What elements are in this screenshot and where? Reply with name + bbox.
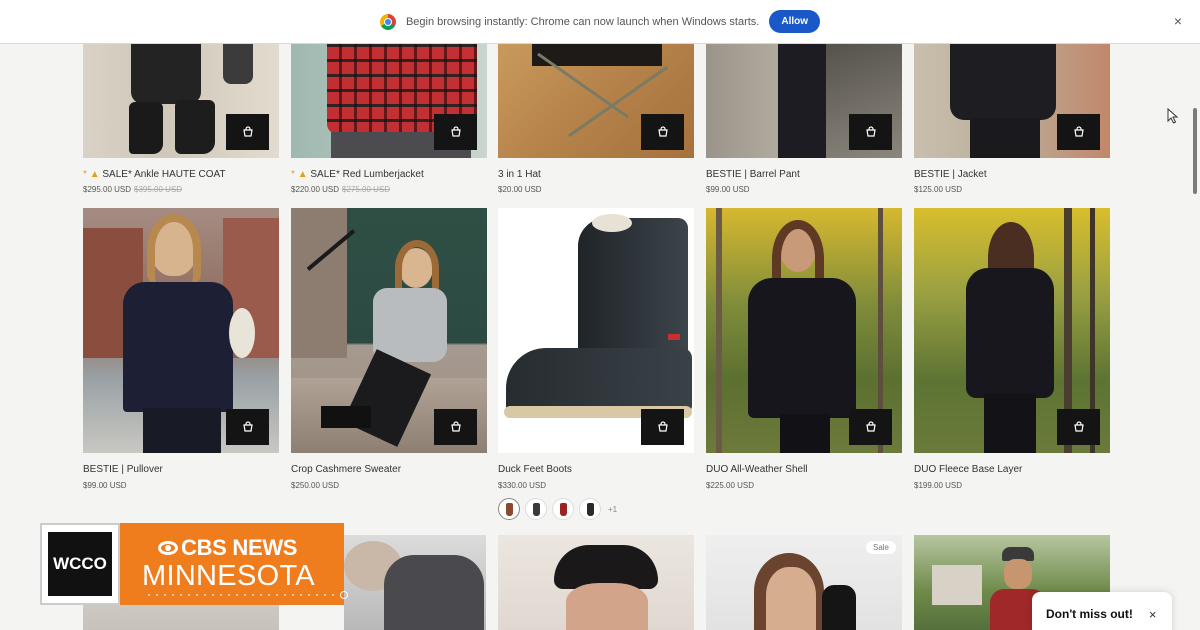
product-photo[interactable] [83,44,279,158]
product-card[interactable] [344,535,486,630]
product-title[interactable]: * ▲ SALE* Ankle HAUTE COAT [83,169,226,180]
product-title[interactable]: Duck Feet Boots [498,464,572,475]
product-photo[interactable] [914,208,1110,453]
product-title[interactable]: BESTIE | Pullover [83,464,163,475]
add-to-cart-button[interactable] [641,409,684,445]
popup-text[interactable]: Don't miss out! [1046,607,1133,621]
product-card[interactable]: Sale [706,535,902,630]
product-price: $225.00 USD [706,481,755,490]
product-card[interactable]: 3 in 1 Hat $20.00 USD [498,44,694,194]
color-swatch[interactable] [579,498,601,520]
product-photo[interactable] [498,44,694,158]
close-icon[interactable]: × [1149,607,1157,622]
notification-message: Begin browsing instantly: Chrome can now… [405,15,760,28]
color-swatches: +1 [498,498,617,520]
chrome-logo-icon [379,13,396,30]
product-price: $125.00 USD [914,185,963,194]
cart-icon [1073,126,1084,137]
product-price: $20.00 USD [498,185,542,194]
cart-icon [865,421,876,432]
product-card[interactable]: Crop Cashmere Sweater $250.00 USD [291,208,487,490]
product-card[interactable]: Duck Feet Boots $330.00 USD [498,208,694,490]
cbs-eye-icon [158,541,178,555]
color-swatch[interactable] [525,498,547,520]
add-to-cart-button[interactable] [434,114,477,150]
cart-icon [1073,421,1084,432]
wcco-logo: WCCO [40,523,120,605]
swatch-color [586,502,594,516]
product-price: $295.00 USD $395.00 USD [83,185,183,194]
product-photo[interactable] [706,208,902,453]
product-price: $99.00 USD [706,185,750,194]
cart-icon [450,421,461,432]
product-price: $199.00 USD [914,481,963,490]
add-to-cart-button[interactable] [1057,114,1100,150]
add-to-cart-button[interactable] [226,114,269,150]
product-title[interactable]: DUO All-Weather Shell [706,464,808,475]
product-photo[interactable] [706,44,902,158]
product-card[interactable]: DUO Fleece Base Layer $199.00 USD [914,208,1110,490]
cart-icon [242,421,253,432]
cart-icon [657,126,668,137]
product-price: $99.00 USD [83,481,127,490]
product-card[interactable]: DUO All-Weather Shell $225.00 USD [706,208,902,490]
network-name: CBS NEWS [158,535,297,561]
add-to-cart-button[interactable] [434,409,477,445]
product-title[interactable]: BESTIE | Jacket [914,169,987,180]
product-title[interactable]: 3 in 1 Hat [498,169,541,180]
product-photo[interactable] [83,208,279,453]
allow-button[interactable]: Allow [769,10,821,33]
flame-icon: ▲ [297,169,308,180]
product-price: $220.00 USD $275.00 USD [291,185,391,194]
swatch-color [532,502,540,516]
product-photo[interactable]: Sale [706,535,902,630]
product-photo[interactable] [498,208,694,453]
mouse-cursor-icon [1167,108,1179,124]
product-price: $250.00 USD [291,481,340,490]
region-name: MINNESOTA [142,560,315,592]
add-to-cart-button[interactable] [1057,409,1100,445]
cbs-news-logo: CBS NEWS MINNESOTA [120,523,348,605]
add-to-cart-button[interactable] [849,114,892,150]
product-photo[interactable] [291,44,487,158]
more-colors-label[interactable]: +1 [608,505,617,514]
cart-icon [657,421,668,432]
swatch-color [559,502,567,516]
product-title[interactable]: Crop Cashmere Sweater [291,464,401,475]
cart-icon [242,126,253,137]
add-to-cart-button[interactable] [226,409,269,445]
product-card[interactable]: BESTIE | Pullover $99.00 USD [83,208,279,490]
swatch-color [505,502,513,516]
scrollbar-thumb[interactable] [1193,108,1197,194]
logo-dots [148,591,348,599]
product-card[interactable] [498,535,694,630]
cart-icon [865,126,876,137]
color-swatch[interactable] [552,498,574,520]
add-to-cart-button[interactable] [641,114,684,150]
chrome-notification-bar: Begin browsing instantly: Chrome can now… [0,0,1200,44]
product-card[interactable]: BESTIE | Barrel Pant $99.00 USD [706,44,902,194]
flame-icon: ▲ [89,169,100,180]
station-logo: WCCO CBS NEWS MINNESOTA [40,523,348,605]
add-to-cart-button[interactable] [849,409,892,445]
product-title[interactable]: BESTIE | Barrel Pant [706,169,800,180]
ring-icon [340,591,348,599]
sale-badge: Sale [865,541,896,554]
product-price: $330.00 USD [498,481,547,490]
product-card[interactable]: BESTIE | Jacket $125.00 USD [914,44,1110,194]
color-swatch[interactable] [498,498,520,520]
product-title[interactable]: * ▲ SALE* Red Lumberjacket [291,169,424,180]
cart-icon [450,126,461,137]
product-card[interactable]: * ▲ SALE* Ankle HAUTE COAT $295.00 USD $3… [83,44,279,194]
dont-miss-out-popup[interactable]: Don't miss out! × [1032,592,1172,630]
product-card[interactable]: * ▲ SALE* Red Lumberjacket $220.00 USD $2… [291,44,487,194]
product-photo[interactable] [914,44,1110,158]
product-photo[interactable] [344,535,486,630]
product-title[interactable]: DUO Fleece Base Layer [914,464,1022,475]
close-icon[interactable]: × [1174,14,1182,28]
product-photo[interactable] [291,208,487,453]
product-photo[interactable] [498,535,694,630]
